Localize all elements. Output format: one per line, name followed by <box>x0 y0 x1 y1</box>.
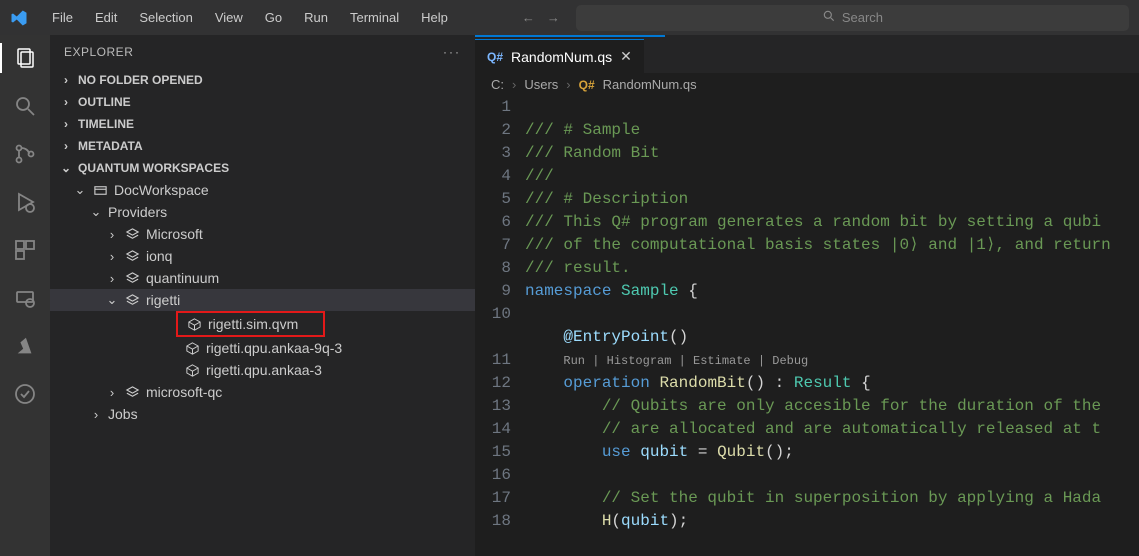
chevron-down-icon: ⌄ <box>60 161 72 175</box>
target-rigetti-ankaa-9q3[interactable]: rigetti.qpu.ankaa-9q-3 <box>50 337 475 359</box>
tab-bar: Q# RandomNum.qs ✕ <box>475 35 1139 73</box>
breadcrumb-separator-icon: › <box>566 77 570 92</box>
titlebar: File Edit Selection View Go Run Terminal… <box>0 0 1139 35</box>
provider-icon <box>124 248 140 264</box>
providers-label: Providers <box>108 204 167 220</box>
chevron-right-icon: › <box>60 139 72 153</box>
breadcrumb-drive: C: <box>491 77 504 92</box>
tab-filename: RandomNum.qs <box>511 49 612 65</box>
target-icon <box>186 316 202 332</box>
target-label: rigetti.qpu.ankaa-9q-3 <box>206 340 342 356</box>
section-outline[interactable]: ›OUTLINE <box>50 91 475 113</box>
menu-selection[interactable]: Selection <box>131 6 200 29</box>
chevron-down-icon: ⌄ <box>74 182 86 198</box>
explorer-title: EXPLORER <box>64 45 133 59</box>
breadcrumb-separator-icon: › <box>512 77 516 92</box>
chevron-right-icon: › <box>106 271 118 286</box>
qsharp-icon: Q# <box>579 78 595 92</box>
menu-go[interactable]: Go <box>257 6 290 29</box>
chevron-right-icon: › <box>90 407 102 422</box>
source-control-icon[interactable] <box>12 141 38 167</box>
line-numbers: 1 2 3 4 5 6 7 8 9 10 11 12 13 14 15 16 1… <box>475 96 525 556</box>
search-activity-icon[interactable] <box>12 93 38 119</box>
search-placeholder: Search <box>842 10 883 25</box>
target-icon <box>184 340 200 356</box>
provider-icon <box>124 226 140 242</box>
provider-label: microsoft-qc <box>146 384 222 400</box>
provider-ionq[interactable]: › ionq <box>50 245 475 267</box>
azure-icon[interactable] <box>12 333 38 359</box>
testing-icon[interactable] <box>12 381 38 407</box>
breadcrumb-file: RandomNum.qs <box>603 77 697 92</box>
codelens[interactable]: Run | Histogram | Estimate | Debug <box>563 354 808 368</box>
chevron-right-icon: › <box>106 227 118 242</box>
target-rigetti-sim-qvm[interactable]: rigetti.sim.qvm <box>176 311 325 337</box>
menu-edit[interactable]: Edit <box>87 6 125 29</box>
sidebar: EXPLORER ··· ›NO FOLDER OPENED ›OUTLINE … <box>50 35 475 556</box>
provider-icon <box>124 292 140 308</box>
jobs-node[interactable]: › Jobs <box>50 403 475 425</box>
qsharp-icon: Q# <box>487 50 503 64</box>
breadcrumb-folder: Users <box>524 77 558 92</box>
target-label: rigetti.qpu.ankaa-3 <box>206 362 322 378</box>
nav-back-icon[interactable]: ← <box>522 10 535 25</box>
workspace-node[interactable]: ⌄ DocWorkspace <box>50 179 475 201</box>
close-tab-icon[interactable]: ✕ <box>620 48 632 65</box>
target-label: rigetti.sim.qvm <box>208 316 298 332</box>
provider-rigetti[interactable]: ⌄ rigetti <box>50 289 475 311</box>
provider-microsoft-qc[interactable]: › microsoft-qc <box>50 381 475 403</box>
chevron-right-icon: › <box>60 95 72 109</box>
chevron-right-icon: › <box>60 73 72 87</box>
chevron-down-icon: ⌄ <box>90 204 102 220</box>
chevron-right-icon: › <box>60 117 72 131</box>
section-timeline[interactable]: ›TIMELINE <box>50 113 475 135</box>
more-actions-icon[interactable]: ··· <box>443 45 461 59</box>
provider-microsoft[interactable]: › Microsoft <box>50 223 475 245</box>
provider-label: quantinuum <box>146 270 219 286</box>
extensions-icon[interactable] <box>12 237 38 263</box>
run-debug-icon[interactable] <box>12 189 38 215</box>
section-no-folder[interactable]: ›NO FOLDER OPENED <box>50 69 475 91</box>
provider-label: Microsoft <box>146 226 203 242</box>
section-quantum-workspaces[interactable]: ⌄QUANTUM WORKSPACES <box>50 157 475 179</box>
providers-node[interactable]: ⌄ Providers <box>50 201 475 223</box>
workspace-icon <box>92 182 108 198</box>
remote-icon[interactable] <box>12 285 38 311</box>
provider-label: ionq <box>146 248 172 264</box>
workspace-label: DocWorkspace <box>114 182 209 198</box>
provider-label: rigetti <box>146 292 180 308</box>
search-icon <box>822 9 836 26</box>
editor: Q# RandomNum.qs ✕ C: › Users › Q# Random… <box>475 35 1139 556</box>
search-box[interactable]: Search <box>576 5 1129 31</box>
code-content[interactable]: /// # Sample /// Random Bit /// /// # De… <box>525 96 1139 556</box>
explorer-icon[interactable] <box>12 45 38 71</box>
vscode-logo-icon <box>10 9 28 27</box>
chevron-right-icon: › <box>106 385 118 400</box>
breadcrumbs[interactable]: C: › Users › Q# RandomNum.qs <box>475 73 1139 96</box>
provider-quantinuum[interactable]: › quantinuum <box>50 267 475 289</box>
tab-randomnum[interactable]: Q# RandomNum.qs ✕ <box>475 39 644 73</box>
target-icon <box>184 362 200 378</box>
menu-help[interactable]: Help <box>413 6 456 29</box>
menu-run[interactable]: Run <box>296 6 336 29</box>
menu-view[interactable]: View <box>207 6 251 29</box>
code-editor[interactable]: 1 2 3 4 5 6 7 8 9 10 11 12 13 14 15 16 1… <box>475 96 1139 556</box>
nav-forward-icon[interactable]: → <box>547 10 560 25</box>
chevron-down-icon: ⌄ <box>106 292 118 308</box>
jobs-label: Jobs <box>108 406 138 422</box>
target-rigetti-ankaa-3[interactable]: rigetti.qpu.ankaa-3 <box>50 359 475 381</box>
menu-file[interactable]: File <box>44 6 81 29</box>
provider-icon <box>124 384 140 400</box>
chevron-right-icon: › <box>106 249 118 264</box>
section-metadata[interactable]: ›METADATA <box>50 135 475 157</box>
activity-bar <box>0 35 50 556</box>
menu-terminal[interactable]: Terminal <box>342 6 407 29</box>
provider-icon <box>124 270 140 286</box>
